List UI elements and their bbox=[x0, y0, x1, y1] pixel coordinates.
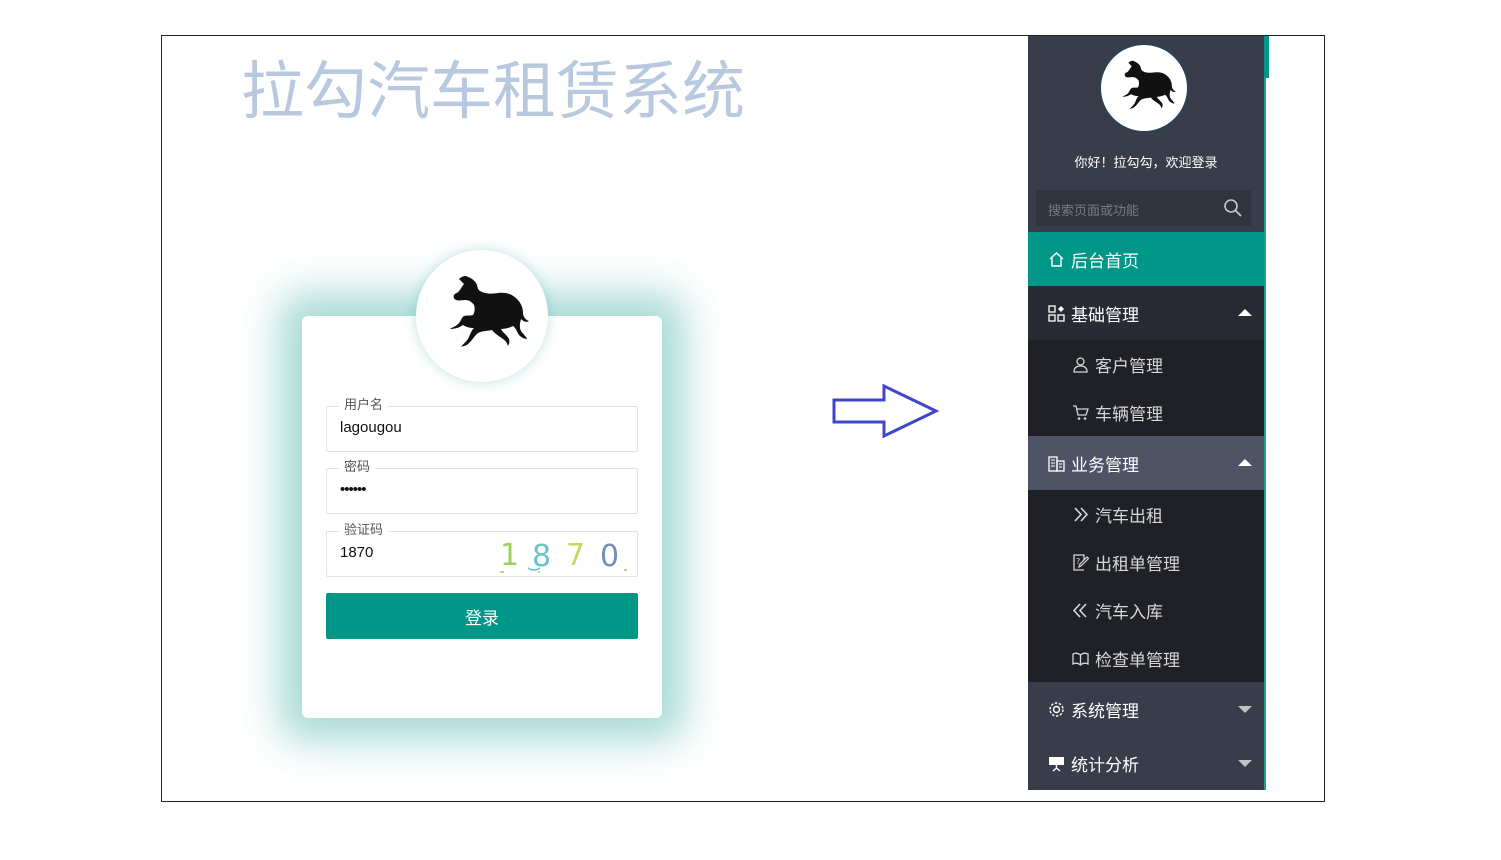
sidebar-accent-strip bbox=[1264, 36, 1269, 78]
double-chevron-right-icon bbox=[1071, 505, 1089, 523]
menu-item-rental-orders-label: 出租单管理 bbox=[1095, 554, 1180, 575]
gear-icon bbox=[1047, 700, 1065, 718]
captcha-label: 验证码 bbox=[339, 522, 389, 540]
captcha-digit-3: 7 bbox=[566, 538, 585, 573]
menu-item-customer[interactable]: 客户管理 bbox=[1028, 340, 1264, 388]
menu-home[interactable]: 后台首页 bbox=[1028, 232, 1264, 286]
menu-item-rent-car[interactable]: 汽车出租 bbox=[1028, 490, 1264, 538]
menu-item-vehicle-label: 车辆管理 bbox=[1095, 404, 1163, 425]
captcha-digit-4: 0 bbox=[600, 539, 619, 574]
menu-item-inspection-orders-label: 检查单管理 bbox=[1095, 650, 1180, 671]
caret-up-icon bbox=[1238, 309, 1252, 316]
menu-group-basic-label: 基础管理 bbox=[1071, 305, 1139, 326]
menu-item-rent-car-label: 汽车出租 bbox=[1095, 506, 1163, 527]
caret-down-icon bbox=[1238, 760, 1252, 767]
right-arrow-icon bbox=[832, 384, 940, 439]
user-icon bbox=[1071, 355, 1089, 373]
menu-item-rental-orders[interactable]: ? 出租单管理 bbox=[1028, 538, 1264, 586]
username-input[interactable]: lagougou bbox=[340, 419, 402, 436]
username-field[interactable]: 用户名 lagougou bbox=[326, 397, 638, 452]
search-input[interactable]: 搜索页面或功能 bbox=[1048, 200, 1139, 219]
captcha-input[interactable]: 1870 bbox=[340, 544, 373, 561]
captcha-digit-1: 1 bbox=[500, 538, 519, 573]
login-button[interactable]: 登录 bbox=[326, 593, 638, 639]
sidebar-accent-line bbox=[1264, 78, 1266, 790]
system-title: 拉勾汽车租赁系统 bbox=[241, 55, 745, 128]
menu-group-statistics-label: 统计分析 bbox=[1071, 755, 1139, 776]
menu-group-statistics[interactable]: 统计分析 bbox=[1028, 736, 1264, 790]
grid-icon bbox=[1047, 304, 1065, 322]
horse-icon bbox=[450, 275, 529, 347]
book-icon bbox=[1071, 649, 1089, 667]
horse-icon bbox=[1122, 60, 1176, 110]
menu-group-business[interactable]: 业务管理 bbox=[1028, 436, 1264, 490]
welcome-text: 你好！拉勾勾，欢迎登录 bbox=[1074, 156, 1218, 171]
sidebar-avatar[interactable] bbox=[1098, 42, 1190, 134]
menu-item-car-return-label: 汽车入库 bbox=[1095, 602, 1163, 623]
presentation-icon bbox=[1047, 754, 1065, 772]
home-icon bbox=[1047, 250, 1065, 268]
password-input[interactable]: •••••• bbox=[340, 481, 366, 498]
menu-group-system-label: 系统管理 bbox=[1071, 701, 1139, 722]
password-field[interactable]: 密码 •••••• bbox=[326, 459, 638, 514]
captcha-digit-2: 8 bbox=[532, 539, 551, 574]
menu-group-system[interactable]: 系统管理 bbox=[1028, 682, 1264, 736]
caret-up-icon bbox=[1238, 459, 1252, 466]
svg-text:?: ? bbox=[1076, 557, 1080, 566]
sidebar-search[interactable]: 搜索页面或功能 bbox=[1036, 190, 1251, 226]
menu-item-customer-label: 客户管理 bbox=[1095, 356, 1163, 377]
cart-icon bbox=[1071, 403, 1089, 421]
search-icon[interactable] bbox=[1223, 198, 1243, 218]
building-icon bbox=[1047, 454, 1065, 472]
horse-logo-avatar bbox=[416, 250, 548, 382]
menu-item-vehicle[interactable]: 车辆管理 bbox=[1028, 388, 1264, 436]
menu-group-basic[interactable]: 基础管理 bbox=[1028, 286, 1264, 340]
captcha-image[interactable]: 1 8 7 0 bbox=[498, 532, 634, 574]
sidebar-menu: 你好！拉勾勾，欢迎登录 搜索页面或功能 后台首页 基础管理 客户管理 车辆管理 bbox=[1028, 36, 1264, 790]
menu-home-label: 后台首页 bbox=[1071, 251, 1139, 272]
menu-item-inspection-orders[interactable]: 检查单管理 bbox=[1028, 634, 1264, 682]
edit-document-icon: ? bbox=[1071, 553, 1089, 571]
password-label: 密码 bbox=[339, 459, 376, 477]
username-label: 用户名 bbox=[339, 397, 389, 415]
double-chevron-left-icon bbox=[1071, 601, 1089, 619]
menu-group-business-label: 业务管理 bbox=[1071, 455, 1139, 476]
menu-item-car-return[interactable]: 汽车入库 bbox=[1028, 586, 1264, 634]
caret-down-icon bbox=[1238, 706, 1252, 713]
